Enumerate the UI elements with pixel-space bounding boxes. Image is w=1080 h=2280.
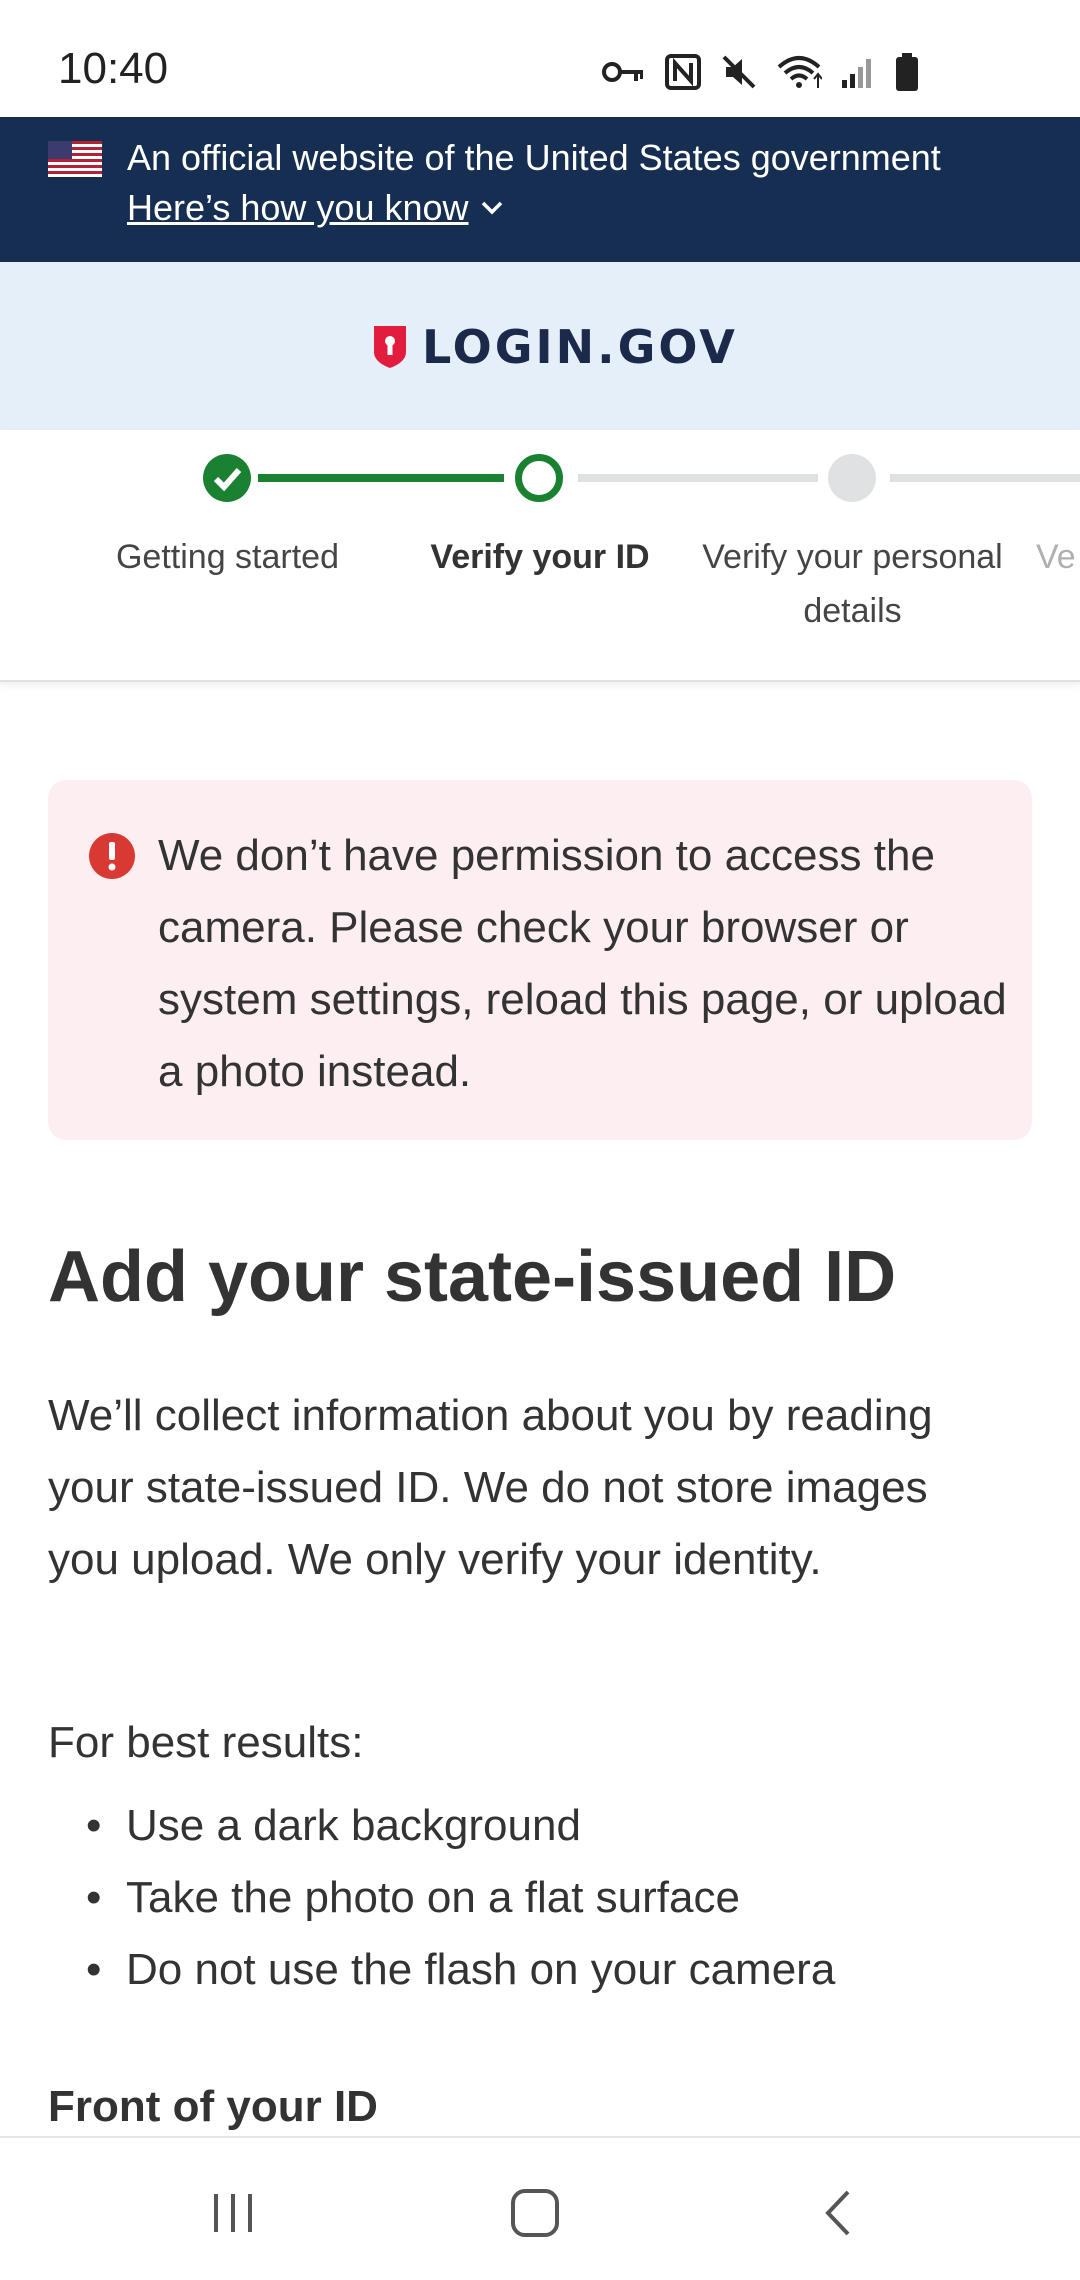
gov-banner: An official website of the United States… <box>0 117 1080 262</box>
step-indicator: Getting started Verify your ID Verify yo… <box>0 430 1080 682</box>
list-item: Take the photo on a flat surface <box>86 1862 835 1934</box>
signal-icon <box>842 59 871 88</box>
us-flag-icon <box>48 141 102 177</box>
shield-icon <box>374 326 406 368</box>
nfc-icon <box>665 54 701 90</box>
mute-icon <box>722 55 756 89</box>
step-current-circle <box>515 454 563 502</box>
chevron-down-icon <box>481 201 502 215</box>
status-time: 10:40 <box>58 44 169 93</box>
step-label-verify-id: Verify your ID <box>430 538 650 576</box>
logo-text: LOGIN.GOV <box>422 320 738 374</box>
home-icon <box>511 2189 559 2237</box>
camera-permission-alert: We don’t have permission to access the c… <box>48 780 1032 1140</box>
back-icon <box>825 2190 850 2236</box>
tips-list: Use a dark background Take the photo on … <box>86 1790 835 2006</box>
step-label-next: Ve <box>1036 538 1076 576</box>
wifi-icon <box>777 56 822 88</box>
step-label-personal-details: Verify your personal details <box>702 538 1003 630</box>
system-nav-bar <box>0 2136 1080 2280</box>
step-connector <box>578 474 818 482</box>
step-upcoming-circle <box>828 454 876 502</box>
home-button[interactable] <box>490 2168 580 2258</box>
battery-icon <box>896 53 918 91</box>
status-bar: 10:40 <box>0 0 1080 117</box>
key-icon <box>602 62 643 82</box>
error-icon <box>89 833 135 879</box>
list-item: Use a dark background <box>86 1790 835 1862</box>
page-title: Add your state-issued ID <box>48 1237 897 1317</box>
step-connector <box>890 474 1080 482</box>
intro-text: We’ll collect information about you by r… <box>48 1391 933 1584</box>
front-of-id-label: Front of your ID <box>48 2082 378 2131</box>
step-connector <box>258 474 504 482</box>
gov-banner-title: An official website of the United States… <box>127 137 941 178</box>
how-you-know-link[interactable]: Here’s how you know <box>127 187 503 229</box>
site-header: LOGIN.GOV <box>0 262 1080 430</box>
recent-apps-icon <box>214 2194 252 2232</box>
status-icons <box>602 50 920 94</box>
alert-message: We don’t have permission to access the c… <box>158 831 1007 1096</box>
recent-apps-button[interactable] <box>188 2168 278 2258</box>
how-you-know-label: Here’s how you know <box>127 187 469 228</box>
tips-heading: For best results: <box>48 1718 364 1767</box>
step-label-getting-started: Getting started <box>115 538 339 576</box>
step-complete-check-icon <box>203 454 251 502</box>
list-item: Do not use the flash on your camera <box>86 1934 835 2006</box>
login-gov-logo[interactable]: LOGIN.GOV <box>372 320 738 374</box>
back-button[interactable] <box>793 2168 883 2258</box>
